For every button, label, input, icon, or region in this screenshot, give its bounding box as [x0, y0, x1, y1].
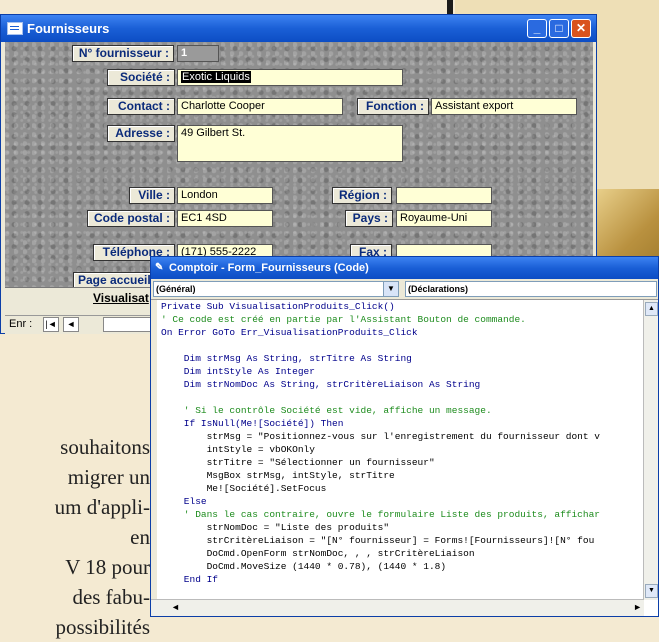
- maximize-button[interactable]: □: [549, 19, 569, 38]
- code-line: intStyle = vbOKOnly: [161, 444, 315, 455]
- magazine-line: des fabu-: [72, 585, 150, 609]
- record-label: Enr :: [9, 318, 33, 330]
- chevron-down-icon[interactable]: ▼: [383, 282, 398, 296]
- magazine-line: en: [130, 525, 150, 549]
- contact-field[interactable]: Charlotte Cooper: [177, 98, 343, 115]
- code-window: ✎ Comptoir - Form_Fournisseurs (Code) (G…: [150, 256, 659, 617]
- code-line: Dim strMsg As String, strTitre As String: [161, 353, 412, 364]
- code-window-title: Comptoir - Form_Fournisseurs (Code): [169, 262, 369, 274]
- code-line: ' Si le contrôle Société est vide, affic…: [161, 405, 492, 416]
- adresse-field[interactable]: 49 Gilbert St.: [177, 125, 403, 162]
- code-postal-label: Code postal :: [87, 210, 175, 227]
- close-button[interactable]: ✕: [571, 19, 591, 38]
- code-combos: (Général) ▼ (Déclarations): [151, 279, 658, 300]
- magazine-line: um d'appli-: [54, 495, 150, 519]
- fonction-label: Fonction :: [357, 98, 429, 115]
- window-titlebar[interactable]: Fournisseurs _ □ ✕: [1, 15, 596, 42]
- code-line: strMsg = "Positionnez-vous sur l'enregis…: [161, 431, 600, 442]
- code-line: Me![Société].SetFocus: [161, 483, 327, 494]
- form-area: N° fournisseur : 1 Société : Exotic Liqu…: [5, 42, 593, 289]
- magazine-line: migrer un: [67, 465, 150, 489]
- object-combo-value: (Général): [156, 284, 196, 294]
- region-label: Région :: [332, 187, 392, 204]
- first-record-button[interactable]: |◄: [43, 317, 59, 332]
- code-line: strNomDoc = "Liste des produits": [161, 522, 390, 533]
- ville-field[interactable]: London: [177, 187, 273, 204]
- visualisation-button[interactable]: Visualisat: [93, 291, 149, 305]
- minimize-button[interactable]: _: [527, 19, 547, 38]
- fonction-field[interactable]: Assistant export: [431, 98, 577, 115]
- window-title: Fournisseurs: [27, 21, 110, 36]
- magazine-line: souhaitons: [60, 435, 150, 459]
- n-fournisseur-field[interactable]: 1: [177, 45, 219, 62]
- pays-field[interactable]: Royaume-Uni: [396, 210, 492, 227]
- societe-field[interactable]: Exotic Liquids: [177, 69, 403, 86]
- code-line: MsgBox strMsg, intStyle, strTitre: [161, 470, 395, 481]
- code-line: Dim strNomDoc As String, strCritèreLiais…: [161, 379, 481, 390]
- scroll-up-icon[interactable]: ▲: [645, 302, 658, 316]
- scroll-left-icon[interactable]: ◄: [171, 602, 180, 612]
- n-fournisseur-label: N° fournisseur :: [72, 45, 174, 62]
- code-line: strCritèreLiaison = "[N° fournisseur] = …: [161, 535, 595, 546]
- code-editor[interactable]: Private Sub VisualisationProduits_Click(…: [151, 300, 644, 600]
- procedure-combo-value: (Déclarations): [408, 284, 469, 294]
- code-postal-field[interactable]: EC1 4SD: [177, 210, 273, 227]
- societe-label: Société :: [107, 69, 175, 86]
- vertical-scrollbar[interactable]: ▲ ▼: [643, 300, 658, 600]
- societe-value: Exotic Liquids: [181, 71, 251, 83]
- code-line: strTitre = "Sélectionner un fournisseur": [161, 457, 435, 468]
- code-line: If IsNull(Me![Société]) Then: [161, 418, 344, 429]
- vba-icon: ✎: [155, 262, 164, 273]
- object-combo[interactable]: (Général) ▼: [153, 281, 399, 297]
- adresse-label: Adresse :: [107, 125, 175, 142]
- prev-record-button[interactable]: ◄: [63, 317, 79, 332]
- magazine-text: souhaitons migrer un um d'appli- en V 18…: [0, 432, 150, 642]
- code-window-titlebar[interactable]: ✎ Comptoir - Form_Fournisseurs (Code): [151, 257, 658, 279]
- code-line: Private Sub VisualisationProduits_Click(…: [161, 301, 395, 312]
- region-field[interactable]: [396, 187, 492, 204]
- code-line: Dim intStyle As Integer: [161, 366, 315, 377]
- ville-label: Ville :: [129, 187, 175, 204]
- code-line: DoCmd.MoveSize (1440 * 0.78), (1440 * 1.…: [161, 561, 447, 572]
- scroll-right-icon[interactable]: ►: [633, 602, 642, 612]
- code-line: Else: [161, 496, 207, 507]
- scroll-down-icon[interactable]: ▼: [645, 584, 658, 598]
- code-line: End If: [161, 574, 219, 585]
- procedure-combo[interactable]: (Déclarations): [405, 281, 657, 297]
- magazine-line: V 18 pour: [65, 555, 150, 579]
- horizontal-scrollbar[interactable]: ◄ ►: [151, 599, 644, 616]
- code-line: ' Dans le cas contraire, ouvre le formul…: [161, 509, 600, 520]
- code-line: DoCmd.OpenForm strNomDoc, , , strCritère…: [161, 548, 475, 559]
- code-line: On Error GoTo Err_VisualisationProduits_…: [161, 327, 418, 338]
- page-rule: [447, 0, 453, 14]
- code-line: ' Ce code est créé en partie par l'Assis…: [161, 314, 526, 325]
- pays-label: Pays :: [345, 210, 393, 227]
- contact-label: Contact :: [107, 98, 175, 115]
- form-icon: [7, 22, 23, 35]
